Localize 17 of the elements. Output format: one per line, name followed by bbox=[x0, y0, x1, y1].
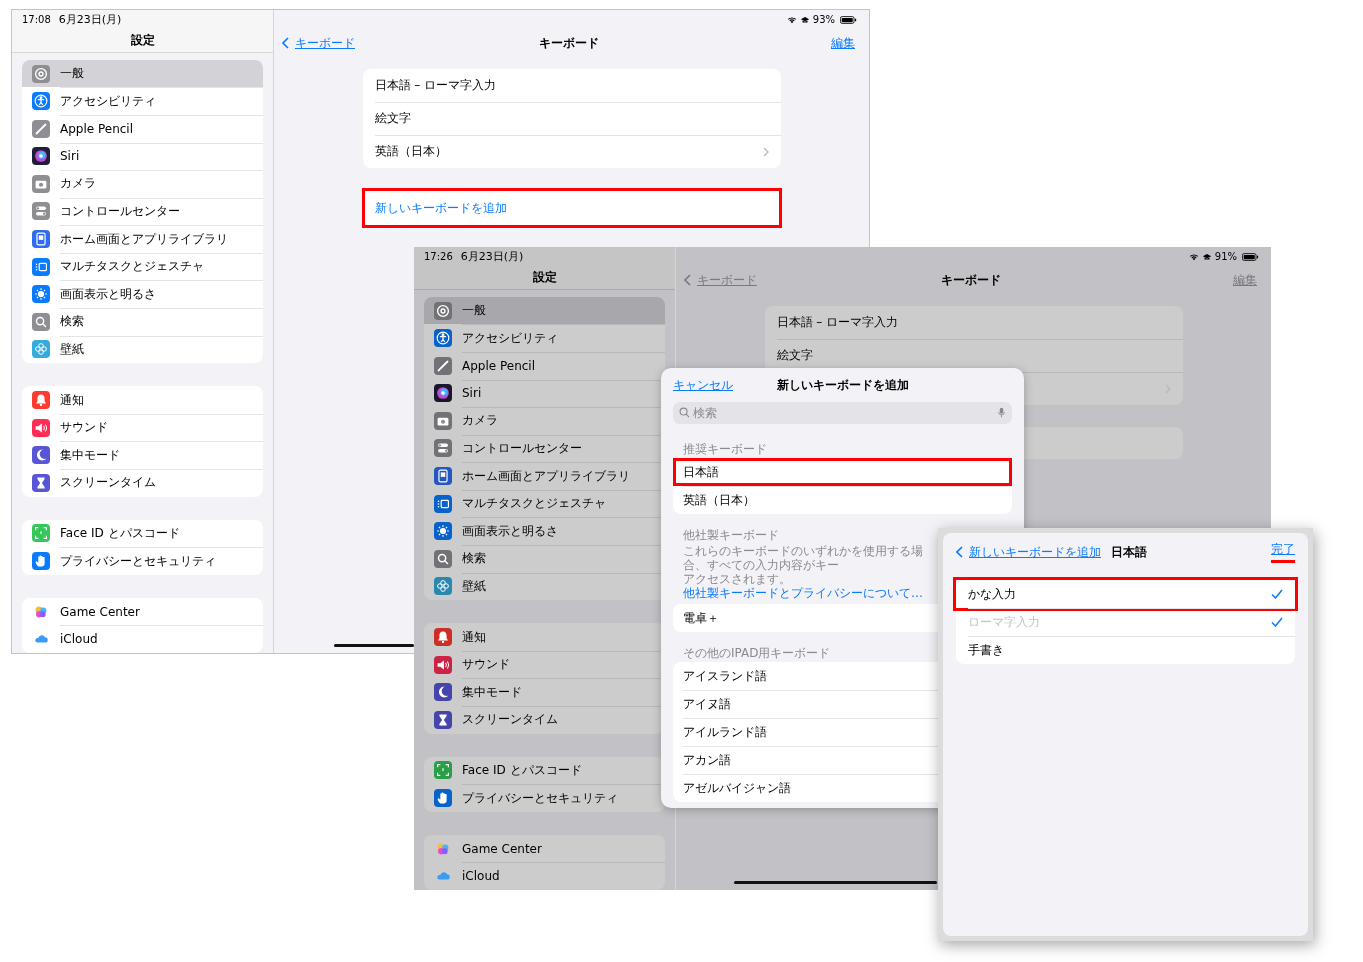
page-title: キーボード bbox=[940, 271, 1001, 289]
status-time: 17:08 bbox=[22, 14, 51, 25]
section-note: アクセスされます。 他社製キーボードとプライバシーについて… bbox=[683, 572, 924, 600]
status-date: 6月23日(月) bbox=[460, 249, 524, 264]
battery-percent: 93% bbox=[812, 14, 835, 25]
section-header: その他のIPAD用キーボード bbox=[682, 646, 832, 662]
status-date: 6月23日(月) bbox=[58, 12, 122, 27]
section-header: 他社製キーボード bbox=[682, 528, 780, 544]
section-header: 推奨キーボード bbox=[682, 442, 768, 458]
status-time: 17:26 bbox=[424, 251, 453, 262]
section-note: これらのキーボードのいずれかを使用する場合、すべての入力内容がキー bbox=[683, 544, 924, 572]
sidebar-title: 設定 bbox=[129, 32, 156, 49]
page-title: キーボード bbox=[538, 34, 599, 52]
sidebar-title: 設定 bbox=[531, 269, 558, 286]
sheet-title: 日本語 bbox=[1110, 543, 1148, 561]
battery-percent: 91% bbox=[1214, 251, 1237, 262]
modal-title: 新しいキーボードを追加 bbox=[776, 376, 909, 394]
